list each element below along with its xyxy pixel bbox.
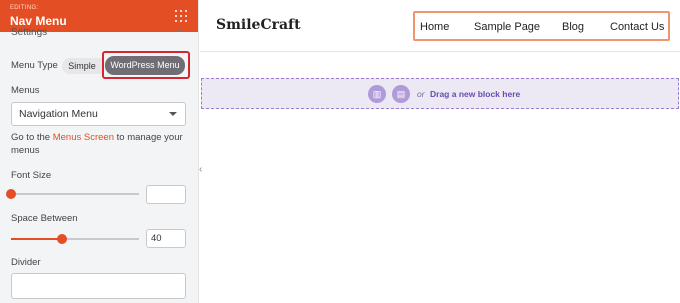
block-drop-zone[interactable]: ▥ ▤ or Drag a new block here — [201, 78, 679, 109]
help-prefix: Go to the — [11, 132, 53, 143]
panel-title: Nav Menu — [10, 14, 67, 28]
block-icon[interactable]: ▤ — [392, 85, 410, 103]
menus-select-value: Navigation Menu — [19, 108, 98, 120]
drop-zone-text: Drag a new block here — [430, 89, 521, 99]
grid-menu-icon[interactable] — [175, 10, 188, 23]
divider-input[interactable] — [11, 273, 186, 299]
section-label[interactable]: Settings — [11, 27, 47, 38]
menus-label: Menus — [11, 85, 40, 96]
collapse-panel-icon[interactable]: ‹ — [199, 163, 205, 177]
space-between-slider-fill — [11, 238, 63, 240]
site-logo[interactable]: SmileCraft — [216, 17, 301, 33]
settings-panel: EDITING: Nav Menu Settings ⌃ Menu Type S… — [0, 0, 199, 303]
menu-type-simple-option[interactable]: Simple — [62, 58, 102, 74]
columns-icon[interactable]: ▥ — [368, 85, 386, 103]
menus-select[interactable]: Navigation Menu — [11, 102, 186, 126]
menu-type-label: Menu Type — [11, 60, 58, 71]
font-size-input[interactable] — [146, 185, 186, 204]
caret-down-icon — [169, 112, 177, 116]
chevron-up-icon[interactable]: ⌃ — [176, 28, 184, 39]
menus-help-text: Go to the Menus Screen to manage your me… — [11, 131, 191, 157]
space-between-label: Space Between — [11, 213, 78, 224]
nav-item-blog[interactable]: Blog — [562, 21, 584, 33]
divider-label: Divider — [11, 257, 41, 268]
space-between-slider[interactable] — [11, 234, 139, 244]
drop-zone-or: or — [417, 89, 425, 99]
nav-menu[interactable]: Home Sample Page Blog Contact Us — [413, 11, 670, 41]
menu-type-wordpress-option[interactable]: WordPress Menu — [105, 56, 185, 75]
editing-label: EDITING: — [10, 5, 39, 11]
nav-item-contact-us[interactable]: Contact Us — [610, 21, 664, 33]
font-size-label: Font Size — [11, 170, 52, 181]
font-size-slider-thumb[interactable] — [6, 189, 16, 199]
space-between-input[interactable]: 40 — [146, 229, 186, 248]
space-between-slider-thumb[interactable] — [57, 234, 68, 244]
font-size-slider[interactable] — [6, 189, 139, 199]
site-header: SmileCraft Home Sample Page Blog Contact… — [200, 0, 680, 52]
menus-screen-link[interactable]: Menus Screen — [53, 132, 114, 143]
nav-item-home[interactable]: Home — [420, 21, 449, 33]
nav-item-sample-page[interactable]: Sample Page — [474, 21, 540, 33]
